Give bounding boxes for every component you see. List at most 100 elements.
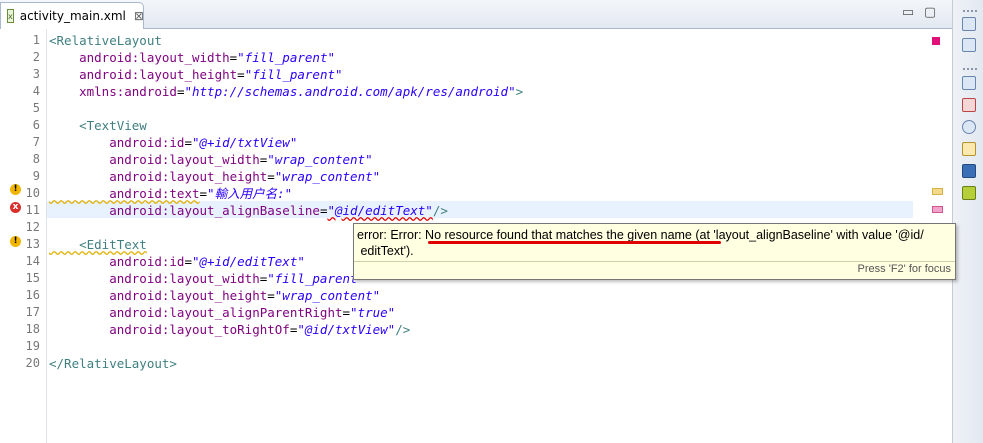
line-number: 10 <box>25 186 40 200</box>
warning-icon[interactable]: ! <box>10 184 21 195</box>
code-token: /> <box>432 203 448 218</box>
javadoc-icon[interactable] <box>962 120 976 134</box>
line-number: 4 <box>32 84 40 98</box>
line-number: 5 <box>32 101 40 115</box>
code-token: = <box>184 254 192 269</box>
code-line[interactable]: android:layout_width="fill_parent" <box>49 270 365 287</box>
code-line[interactable]: android:layout_height="wrap_content" <box>49 287 380 304</box>
code-token: xmlns:android <box>49 84 177 99</box>
code-line[interactable]: android:layout_toRightOf="@id/txtView"/> <box>49 321 410 338</box>
line-number: 1 <box>32 33 40 47</box>
code-token: = <box>237 67 245 82</box>
code-token: <EditText <box>49 237 147 252</box>
code-line[interactable]: </RelativeLayout> <box>49 355 177 372</box>
tab-title: activity_main.xml <box>19 9 126 23</box>
code-token: "輸入用户名:" <box>207 186 293 201</box>
error-icon[interactable]: x <box>10 202 21 213</box>
code-line[interactable]: android:layout_alignParentRight="true" <box>49 304 395 321</box>
code-token: android:layout_toRightOf <box>49 322 290 337</box>
code-token: android:layout_width <box>49 271 260 286</box>
code-token: "@+id/editText" <box>192 254 305 269</box>
outline-icon[interactable] <box>962 38 976 52</box>
code-token: > <box>515 84 524 99</box>
console-icon[interactable] <box>962 164 976 178</box>
trim-handle[interactable] <box>963 68 977 72</box>
line-number: 8 <box>32 152 40 166</box>
line-number: 15 <box>25 271 40 285</box>
code-token: = <box>267 288 275 303</box>
error-marker[interactable] <box>932 206 943 213</box>
line-number: 19 <box>25 339 40 353</box>
line-number: 3 <box>32 67 40 81</box>
code-token: <TextView <box>49 118 147 133</box>
code-token: android:id <box>49 254 185 269</box>
code-line[interactable]: android:id="@+id/editText" <box>49 253 305 270</box>
code-line[interactable]: android:layout_height="fill_parent" <box>49 66 343 83</box>
close-tab-icon[interactable]: ⊠ <box>134 9 144 23</box>
logcat-icon[interactable] <box>962 186 976 200</box>
code-token: "wrap_content" <box>274 288 381 303</box>
code-line[interactable]: xmlns:android="http://schemas.android.co… <box>49 83 523 100</box>
code-token: "true" <box>350 305 396 320</box>
tooltip-footer: Press 'F2' for focus <box>857 263 951 275</box>
trim-handle[interactable] <box>963 10 977 14</box>
code-token: android:layout_height <box>49 288 268 303</box>
line-number: 2 <box>32 50 40 64</box>
line-number: 6 <box>32 118 40 132</box>
line-number: 9 <box>32 169 40 183</box>
code-token: android:layout_height <box>49 67 238 82</box>
code-token: android:layout_alignBaseline <box>49 203 320 218</box>
tooltip-separator <box>354 261 955 262</box>
code-line[interactable]: android:layout_height="wrap_content" <box>49 168 380 185</box>
code-token: android:text <box>49 186 200 201</box>
line-number: 13 <box>25 237 40 251</box>
code-line[interactable]: android:layout_width="fill_parent" <box>49 49 335 66</box>
code-token: /> <box>395 322 411 337</box>
code-line[interactable]: <RelativeLayout <box>49 32 162 49</box>
code-token: "wrap_content" <box>274 169 381 184</box>
code-token: "fill_parent" <box>267 271 366 286</box>
code-token: "http://schemas.android.com/apk/res/andr… <box>184 84 516 99</box>
line-number: 7 <box>32 135 40 149</box>
editor-tab-bar: x activity_main.xml ⊠ ▭ ▢ <box>0 0 952 29</box>
code-line[interactable]: android:layout_alignBaseline="@id/editTe… <box>49 202 448 219</box>
line-number: 16 <box>25 288 40 302</box>
warning-marker[interactable] <box>932 188 943 195</box>
red-annotation-underline <box>428 241 721 244</box>
restore-view-icon[interactable] <box>962 76 976 90</box>
code-line[interactable]: <EditText <box>49 236 147 253</box>
error-hover-tooltip: error: Error: No resource found that mat… <box>353 223 956 280</box>
code-token: "fill_parent" <box>237 50 335 65</box>
code-line[interactable]: android:text="輸入用户名:" <box>49 185 292 202</box>
code-token: "@+id/txtView" <box>192 135 298 150</box>
code-token: "@id/editText" <box>327 203 433 218</box>
code-token: <RelativeLayout <box>49 33 162 48</box>
line-number: 12 <box>25 220 40 234</box>
right-trim-bar <box>952 0 983 443</box>
code-token: android:layout_height <box>49 169 268 184</box>
tab-activity-main[interactable]: x activity_main.xml ⊠ <box>0 2 144 29</box>
line-number: 20 <box>25 356 40 370</box>
code-token: "fill_parent" <box>244 67 343 82</box>
problems-icon[interactable] <box>962 98 976 112</box>
code-token: </RelativeLayout> <box>49 356 177 371</box>
code-token: "@id/txtView" <box>297 322 396 337</box>
code-token: android:layout_width <box>49 152 260 167</box>
maximize-icon[interactable]: ▢ <box>922 6 938 20</box>
code-line[interactable]: android:id="@+id/txtView" <box>49 134 297 151</box>
code-token: = <box>267 169 275 184</box>
restore-view-icon[interactable] <box>962 17 976 31</box>
code-line[interactable]: android:layout_width="wrap_content" <box>49 151 373 168</box>
line-number: 17 <box>25 305 40 319</box>
warning-icon[interactable]: ! <box>10 236 21 247</box>
minimize-icon[interactable]: ▭ <box>900 6 916 20</box>
declaration-icon[interactable] <box>962 142 976 156</box>
code-line[interactable]: <TextView <box>49 117 147 134</box>
code-token: android:layout_alignParentRight <box>49 305 343 320</box>
annotation-ruler[interactable] <box>0 29 12 443</box>
code-token: = <box>342 305 351 320</box>
line-number: 18 <box>25 322 40 336</box>
error-summary-marker[interactable] <box>932 37 940 45</box>
code-token: "wrap_content" <box>267 152 373 167</box>
line-number: 11 <box>25 203 40 217</box>
